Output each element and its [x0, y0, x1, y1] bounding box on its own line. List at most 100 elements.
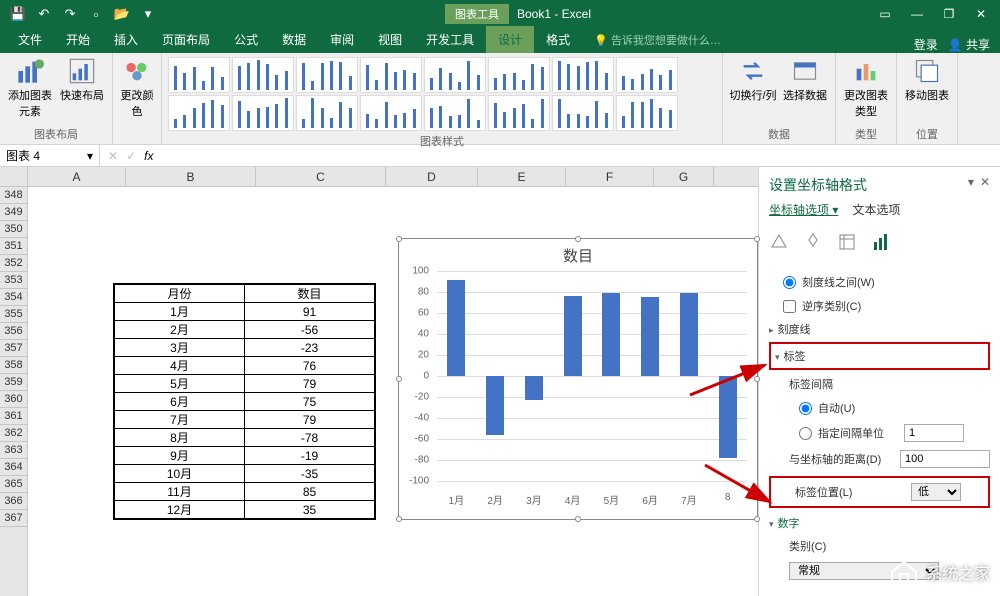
row-header[interactable]: 367	[0, 510, 27, 527]
table-cell[interactable]: 11月	[115, 483, 245, 501]
radio-specify-interval[interactable]	[799, 427, 812, 440]
selection-handle[interactable]	[575, 516, 581, 522]
chart-style-thumb[interactable]	[424, 95, 486, 131]
chart-style-thumb[interactable]	[296, 95, 358, 131]
chart-style-gallery[interactable]	[168, 57, 716, 131]
chart-style-thumb[interactable]	[360, 95, 422, 131]
enter-formula-icon[interactable]: ✓	[126, 149, 136, 163]
row-header[interactable]: 354	[0, 289, 27, 306]
distance-from-axis-input[interactable]	[900, 450, 990, 468]
tab-design[interactable]: 设计	[486, 26, 534, 53]
tab-developer[interactable]: 开发工具	[414, 26, 486, 53]
row-header[interactable]: 348	[0, 187, 27, 204]
subtab-axis-options[interactable]: 坐标轴选项 ▾	[769, 201, 838, 218]
specify-interval-input[interactable]	[904, 424, 964, 442]
table-cell[interactable]: -56	[245, 321, 375, 339]
table-cell[interactable]: 9月	[115, 447, 245, 465]
selection-handle[interactable]	[396, 376, 402, 382]
tab-format[interactable]: 格式	[534, 26, 582, 53]
table-cell[interactable]: -19	[245, 447, 375, 465]
table-cell[interactable]: 1月	[115, 303, 245, 321]
chart-style-thumb[interactable]	[488, 57, 550, 93]
move-chart-button[interactable]: 移动图表	[903, 57, 951, 103]
tab-page-layout[interactable]: 页面布局	[150, 26, 222, 53]
row-header[interactable]: 355	[0, 306, 27, 323]
restore-icon[interactable]: ❐	[934, 2, 964, 26]
row-header[interactable]: 364	[0, 459, 27, 476]
share-button[interactable]: 👤 共享	[948, 36, 990, 53]
section-labels[interactable]: 标签	[775, 345, 984, 367]
undo-icon[interactable]: ↶	[32, 2, 56, 26]
switch-rowcol-button[interactable]: 切换行/列	[729, 57, 777, 103]
table-cell[interactable]: 85	[245, 483, 375, 501]
row-header[interactable]: 366	[0, 493, 27, 510]
chart-style-thumb[interactable]	[424, 57, 486, 93]
table-cell[interactable]: 6月	[115, 393, 245, 411]
add-chart-element-button[interactable]: 添加图表元素	[6, 57, 54, 119]
chart-style-thumb[interactable]	[616, 95, 678, 131]
chart-bar[interactable]	[447, 280, 465, 376]
signin-link[interactable]: 登录	[914, 36, 938, 53]
table-cell[interactable]: 10月	[115, 465, 245, 483]
chart-style-thumb[interactable]	[552, 57, 614, 93]
chart-title[interactable]: 数目	[399, 239, 757, 272]
new-icon[interactable]: ▫	[84, 2, 108, 26]
row-header[interactable]: 361	[0, 408, 27, 425]
table-cell[interactable]: 5月	[115, 375, 245, 393]
chart-style-thumb[interactable]	[488, 95, 550, 131]
name-box[interactable]: 图表 4▾	[0, 145, 100, 166]
tab-formulas[interactable]: 公式	[222, 26, 270, 53]
qat-dropdown-icon[interactable]: ▾	[136, 2, 160, 26]
chevron-down-icon[interactable]: ▾	[87, 149, 93, 163]
save-icon[interactable]: 💾	[6, 2, 30, 26]
row-header[interactable]: 359	[0, 374, 27, 391]
y-axis[interactable]: 100806040200-20-40-60-80-100	[399, 271, 433, 481]
table-cell[interactable]: 3月	[115, 339, 245, 357]
chart-bar[interactable]	[486, 376, 504, 435]
table-cell[interactable]: 4月	[115, 357, 245, 375]
table-cell[interactable]: 8月	[115, 429, 245, 447]
column-header[interactable]: D	[386, 167, 478, 186]
table-cell[interactable]: 76	[245, 357, 375, 375]
ribbon-options-icon[interactable]: ▭	[870, 2, 900, 26]
row-header[interactable]: 351	[0, 238, 27, 255]
size-props-icon[interactable]	[837, 232, 857, 252]
chart-style-thumb[interactable]	[232, 57, 294, 93]
effects-icon[interactable]	[803, 232, 823, 252]
selection-handle[interactable]	[396, 516, 402, 522]
column-header[interactable]: C	[256, 167, 386, 186]
column-header[interactable]: F	[566, 167, 654, 186]
row-header[interactable]: 360	[0, 391, 27, 408]
redo-icon[interactable]: ↷	[58, 2, 82, 26]
chart-bar[interactable]	[525, 376, 543, 400]
chart-bar[interactable]	[602, 293, 620, 376]
chart-bar[interactable]	[641, 297, 659, 376]
minimize-icon[interactable]: —	[902, 2, 932, 26]
chart-style-thumb[interactable]	[296, 57, 358, 93]
row-header[interactable]: 356	[0, 323, 27, 340]
chart-style-thumb[interactable]	[232, 95, 294, 131]
row-header[interactable]: 362	[0, 425, 27, 442]
row-header[interactable]: 350	[0, 221, 27, 238]
chart-style-thumb[interactable]	[168, 95, 230, 131]
selection-handle[interactable]	[754, 236, 760, 242]
chart-style-thumb[interactable]	[616, 57, 678, 93]
radio-auto-interval[interactable]	[799, 402, 812, 415]
x-axis[interactable]: 1月2月3月4月5月6月7月8	[437, 492, 747, 507]
tab-file[interactable]: 文件	[6, 26, 54, 53]
checkbox-reverse-categories[interactable]	[783, 300, 796, 313]
pane-close-icon[interactable]: ✕	[980, 175, 990, 195]
chart-bar[interactable]	[680, 293, 698, 376]
quick-layout-button[interactable]: 快速布局	[58, 57, 106, 103]
table-cell[interactable]: 35	[245, 501, 375, 519]
section-ticks[interactable]: 刻度线	[769, 318, 990, 340]
select-data-button[interactable]: 选择数据	[781, 57, 829, 103]
row-header[interactable]: 349	[0, 204, 27, 221]
fill-line-icon[interactable]	[769, 232, 789, 252]
table-cell[interactable]: 79	[245, 411, 375, 429]
selection-handle[interactable]	[396, 236, 402, 242]
row-header[interactable]: 358	[0, 357, 27, 374]
chart-object[interactable]: 数目 100806040200-20-40-60-80-100 1月2月3月4月…	[398, 238, 758, 520]
column-header[interactable]: G	[654, 167, 714, 186]
change-color-button[interactable]: 更改颜色	[119, 57, 155, 119]
